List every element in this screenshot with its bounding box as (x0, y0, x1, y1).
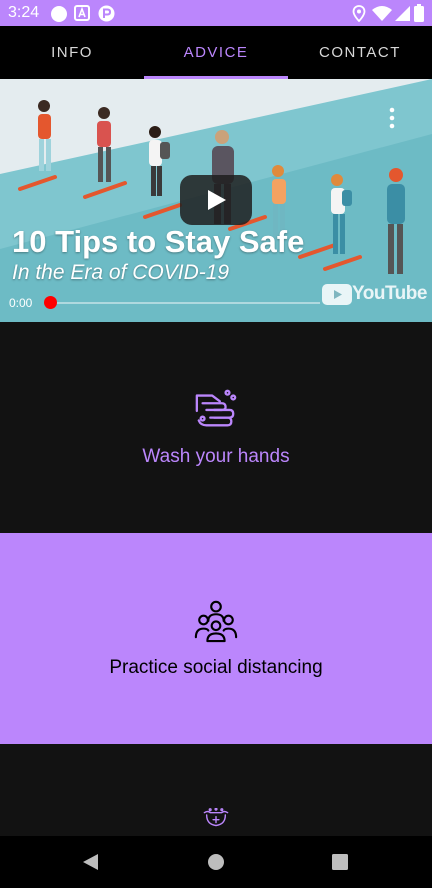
navigation-bar (0, 836, 432, 888)
back-icon[interactable] (82, 853, 100, 871)
mask-icon (203, 808, 229, 827)
play-button[interactable] (180, 175, 252, 225)
tab-info-label: INFO (51, 44, 93, 61)
hand-wash-icon (195, 389, 237, 427)
app-a-icon (74, 5, 90, 21)
tab-contact[interactable]: CONTACT (288, 26, 432, 79)
video-progress-thumb[interactable] (44, 296, 57, 309)
video-current-time: 0:00 (9, 296, 33, 310)
group-people-icon (194, 600, 238, 643)
recents-icon[interactable] (332, 854, 348, 870)
wifi-icon (372, 6, 392, 21)
app-p-icon (98, 5, 115, 22)
advice-tile-wash-hands[interactable]: Wash your hands (0, 322, 432, 533)
video-subtitle: In the Era of COVID-19 (12, 261, 230, 284)
battery-icon (414, 4, 424, 22)
youtube-logo[interactable]: YouTube (322, 283, 427, 305)
circle-notification-icon (51, 6, 67, 22)
location-icon (352, 5, 366, 22)
advice-tile-label: Practice social distancing (109, 657, 323, 678)
video-title: 10 Tips to Stay Safe (12, 224, 305, 259)
signal-icon (395, 6, 410, 21)
home-icon[interactable] (207, 853, 225, 871)
tab-advice-label: ADVICE (183, 44, 249, 61)
tab-advice[interactable]: ADVICE (144, 26, 288, 79)
status-bar: 3:24 (0, 0, 432, 26)
advice-tile-label: Wash your hands (142, 446, 290, 467)
video-player[interactable]: 10 Tips to Stay Safe In the Era of COVID… (0, 79, 432, 322)
youtube-play-icon (322, 283, 352, 305)
play-icon (208, 190, 226, 210)
tab-info[interactable]: INFO (0, 26, 144, 79)
tab-bar: INFO ADVICE CONTACT (0, 26, 432, 79)
more-vert-icon[interactable] (388, 107, 396, 129)
tab-contact-label: CONTACT (319, 44, 401, 61)
youtube-brand-text: YouTube (352, 283, 427, 304)
advice-tile-social-distancing[interactable]: Practice social distancing (0, 533, 432, 744)
advice-tile-mask[interactable] (0, 744, 432, 836)
video-progress-bar[interactable] (44, 296, 320, 309)
status-time: 3:24 (8, 4, 40, 21)
